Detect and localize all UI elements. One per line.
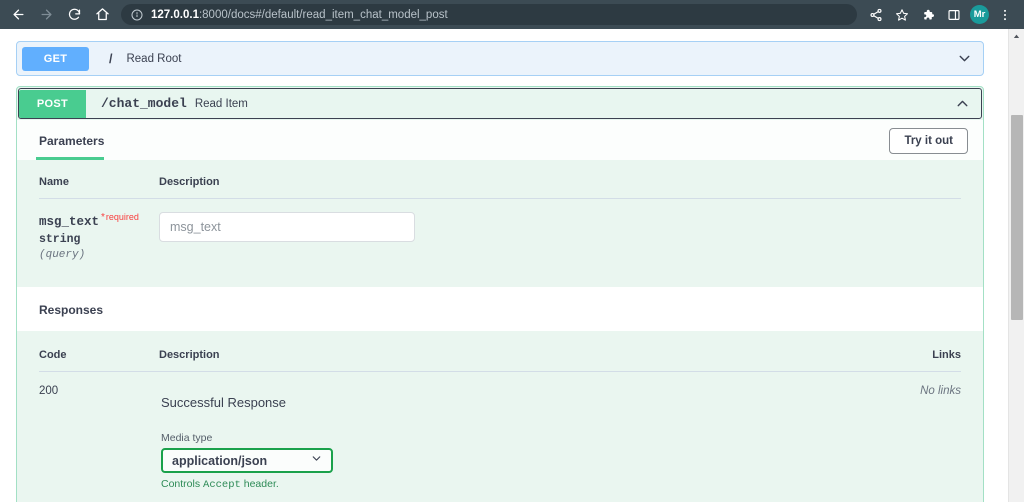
responses-table: Code Description Links 200 Successful Re…	[39, 345, 961, 502]
response-links: No links	[920, 385, 961, 397]
response-code: 200	[39, 385, 59, 397]
chevron-down-icon[interactable]	[956, 50, 975, 67]
url-text: 127.0.0.1:8000/docs#/default/read_item_c…	[151, 9, 448, 21]
site-info-icon[interactable]	[131, 9, 143, 21]
required-label: required	[105, 212, 139, 222]
back-arrow-icon[interactable]	[4, 3, 32, 27]
operation-summary-text-get-root: Read Root	[126, 52, 182, 65]
three-dot-menu-icon[interactable]	[992, 3, 1018, 27]
scrollbar-thumb[interactable]	[1011, 115, 1023, 320]
chevron-down-icon	[310, 452, 323, 470]
parameters-header-row: Parameters Try it out	[17, 120, 983, 160]
responses-table-header-row: Code Description Links	[39, 345, 961, 372]
page-viewport: GET / Read Root POST /chat_model Read It…	[0, 29, 1024, 502]
try-it-out-button[interactable]: Try it out	[889, 128, 968, 154]
table-row: 200 Successful Response Media type appli…	[39, 372, 961, 502]
column-header-response-description: Description	[159, 345, 881, 372]
media-hint-prefix: Controls	[161, 478, 204, 490]
column-header-description: Description	[159, 172, 961, 199]
column-header-name: Name	[39, 172, 159, 199]
http-method-badge-get: GET	[22, 46, 89, 71]
media-type-hint: Controls Accept header.	[161, 478, 881, 491]
browser-toolbar: 127.0.0.1:8000/docs#/default/read_item_c…	[0, 0, 1024, 29]
parameters-table: Name Description msg_text *required stri…	[39, 172, 961, 261]
avatar[interactable]: Mr	[970, 5, 989, 24]
share-icon[interactable]	[863, 3, 889, 27]
url-path: :8000/docs#/default/read_item_chat_model…	[198, 8, 448, 21]
operation-block-post-chat-model: POST /chat_model Read Item Parameters Tr…	[16, 86, 984, 502]
table-row: msg_text *required string (query)	[39, 199, 961, 262]
parameter-description-cell	[159, 199, 961, 262]
operation-summary-get-root[interactable]: GET / Read Root	[17, 42, 983, 75]
operation-block-get-root: GET / Read Root	[16, 41, 984, 76]
bookmark-star-icon[interactable]	[889, 3, 915, 27]
operation-body: Parameters Try it out Name Description m…	[17, 120, 983, 502]
reload-icon[interactable]	[60, 3, 88, 27]
parameter-type: string	[39, 233, 81, 246]
side-panel-icon[interactable]	[941, 3, 967, 27]
media-hint-code: Accept	[203, 479, 241, 491]
column-header-links: Links	[881, 345, 961, 372]
msg-text-input[interactable]	[159, 212, 415, 242]
operation-path-post-chat-model: /chat_model	[101, 96, 187, 111]
tab-parameters[interactable]: Parameters	[36, 134, 105, 160]
response-description-cell: Successful Response Media type applicati…	[159, 372, 881, 502]
required-asterisk: *	[101, 212, 105, 223]
parameters-table-header-row: Name Description	[39, 172, 961, 199]
response-description: Successful Response	[161, 395, 287, 410]
chevron-up-icon[interactable]	[954, 95, 973, 112]
scroll-up-arrow-icon[interactable]	[1009, 29, 1024, 43]
swagger-ui: GET / Read Root POST /chat_model Read It…	[0, 29, 1008, 502]
operation-summary-text-post-chat-model: Read Item	[194, 97, 248, 110]
forward-arrow-icon	[32, 3, 60, 27]
media-type-select[interactable]: application/json	[161, 448, 333, 473]
extensions-puzzle-icon[interactable]	[915, 3, 941, 27]
operation-path-get-root: /	[109, 51, 113, 66]
parameter-name: msg_text	[39, 215, 100, 229]
operation-summary-post-chat-model[interactable]: POST /chat_model Read Item	[18, 88, 982, 119]
responses-section: Code Description Links 200 Successful Re…	[17, 331, 983, 502]
responses-header-row: Responses	[17, 287, 983, 331]
media-type-label: Media type	[161, 432, 213, 444]
media-type-block: Media type application/json Controls Acc…	[159, 410, 881, 502]
media-type-value: application/json	[172, 453, 268, 468]
media-hint-suffix: header.	[240, 478, 279, 490]
address-bar[interactable]: 127.0.0.1:8000/docs#/default/read_item_c…	[121, 4, 857, 25]
vertical-scrollbar[interactable]	[1008, 29, 1024, 502]
parameters-section: Name Description msg_text *required stri…	[17, 160, 983, 287]
column-header-code: Code	[39, 345, 159, 372]
responses-title: Responses	[39, 303, 104, 317]
http-method-badge-post: POST	[19, 89, 86, 118]
home-icon[interactable]	[88, 3, 116, 27]
parameter-location: (query)	[39, 249, 86, 261]
parameter-name-cell: msg_text *required string (query)	[39, 199, 159, 261]
url-host: 127.0.0.1	[151, 8, 199, 21]
